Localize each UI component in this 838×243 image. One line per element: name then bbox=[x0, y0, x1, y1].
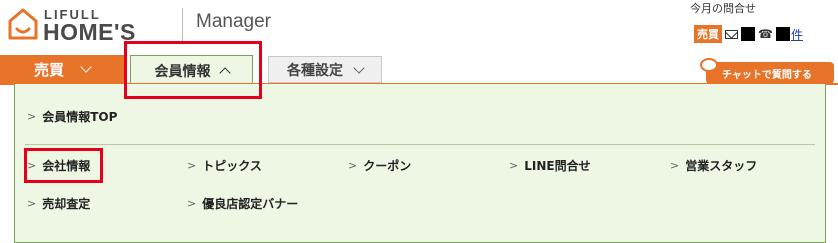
menu-item-coupon[interactable]: > クーポン bbox=[348, 157, 411, 174]
chevron-right-icon: > bbox=[670, 159, 680, 172]
header-divider bbox=[182, 8, 183, 42]
menu-item-sales-staff[interactable]: > 営業スタッフ bbox=[670, 157, 757, 174]
menu-item-sale-appraisal[interactable]: > 売却査定 bbox=[27, 195, 90, 212]
menu-item-label: トピックス bbox=[202, 159, 262, 173]
mail-icon bbox=[725, 29, 738, 39]
nav-tab-sales[interactable]: 売買 bbox=[0, 55, 124, 83]
inquiry-unit-link[interactable]: 件 bbox=[791, 26, 803, 43]
inquiry-row: 売買 ☎ 件 bbox=[694, 24, 803, 44]
chevron-right-icon: > bbox=[187, 159, 197, 172]
logo-product-text: HOME'S bbox=[43, 19, 136, 45]
inquiry-title: 今月の問合せ bbox=[690, 2, 756, 15]
menu-divider bbox=[25, 144, 815, 145]
menu-item-label: 営業スタッフ bbox=[685, 159, 758, 173]
menu-item-member-top[interactable]: > 会員情報TOP bbox=[27, 108, 117, 125]
chevron-right-icon: > bbox=[348, 159, 358, 172]
chevron-right-icon: > bbox=[27, 110, 37, 123]
chat-button-label: チャットで質問する bbox=[722, 69, 812, 81]
member-info-dropdown: > 会員情報TOP > 会社情報 > トピックス > クーポン > LINE問合… bbox=[14, 84, 826, 243]
menu-item-certified-banner[interactable]: > 優良店認定バナー bbox=[187, 195, 298, 212]
phone-icon: ☎ bbox=[758, 27, 773, 41]
menu-item-label: LINE問合せ bbox=[524, 159, 591, 173]
chat-bubble-icon bbox=[700, 58, 718, 72]
redacted-phone-count[interactable] bbox=[775, 27, 790, 41]
chat-support-button[interactable]: チャットで質問する bbox=[706, 62, 834, 84]
menu-item-topics[interactable]: > トピックス bbox=[187, 157, 262, 174]
house-icon bbox=[8, 8, 38, 40]
monthly-inquiries: 今月の問合せ 売買 ☎ 件 bbox=[690, 0, 838, 50]
app-title: Manager bbox=[196, 11, 271, 32]
menu-item-label: 売却査定 bbox=[42, 197, 91, 211]
chevron-right-icon: > bbox=[187, 197, 197, 210]
redacted-mail-count[interactable] bbox=[741, 27, 755, 41]
nav-tab-label: 各種設定 bbox=[287, 62, 343, 79]
menu-item-line-inquiry[interactable]: > LINE問合せ bbox=[509, 157, 591, 174]
highlight-member-info-tab bbox=[124, 41, 262, 99]
nav-tab-label: 売買 bbox=[33, 60, 64, 79]
chevron-right-icon: > bbox=[27, 197, 37, 210]
lifull-homes-logo[interactable]: LIFULL HOME'S bbox=[8, 6, 188, 46]
menu-item-label: 優良店認定バナー bbox=[202, 197, 299, 211]
sale-badge: 売買 bbox=[694, 25, 722, 43]
highlight-company-info bbox=[24, 148, 103, 183]
menu-item-label: クーポン bbox=[363, 159, 412, 173]
menu-item-label: 会員情報TOP bbox=[42, 110, 118, 124]
nav-tab-settings[interactable]: 各種設定 bbox=[268, 56, 382, 83]
chevron-down-icon bbox=[80, 61, 92, 73]
chevron-right-icon: > bbox=[509, 159, 519, 172]
chevron-down-icon bbox=[353, 61, 365, 74]
